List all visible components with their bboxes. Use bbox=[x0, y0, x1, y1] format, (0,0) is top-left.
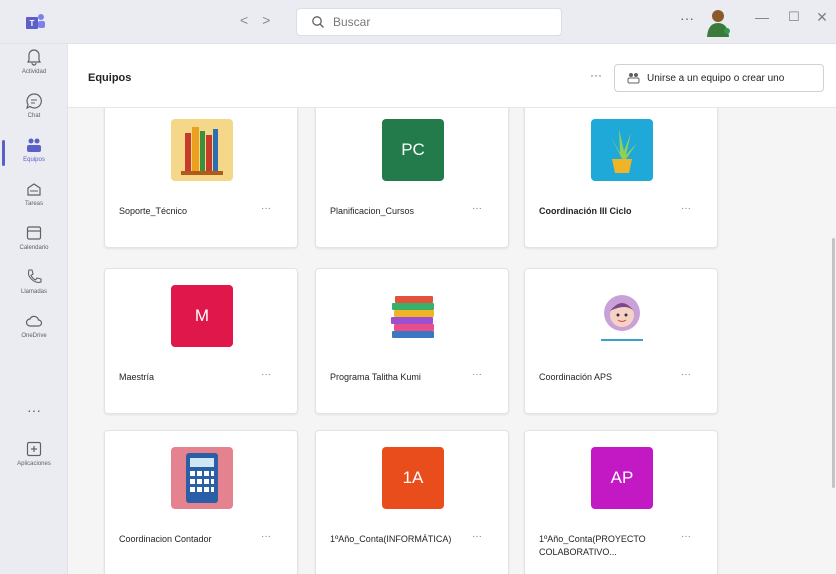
calculator-icon bbox=[171, 447, 233, 509]
team-card[interactable]: PC Planificacion_Cursos ··· bbox=[315, 108, 509, 248]
team-name[interactable]: 1ºAño_Conta(INFORMÁTICA) bbox=[330, 533, 468, 546]
team-card[interactable]: Coordinación APS ··· bbox=[524, 268, 718, 414]
svg-text:T: T bbox=[30, 19, 35, 28]
vertical-scrollbar[interactable] bbox=[832, 238, 835, 488]
girl-avatar-icon bbox=[591, 285, 653, 347]
left-rail: Actividad Chat Equipos Tareas Calendario… bbox=[0, 44, 68, 574]
team-card[interactable]: M Maestría ··· bbox=[104, 268, 298, 414]
more-apps-button[interactable]: ··· bbox=[0, 402, 68, 418]
team-card[interactable]: AP 1ºAño_Conta(PROYECTO COLABORATIVO... … bbox=[524, 430, 718, 574]
team-more-button[interactable]: ··· bbox=[261, 203, 271, 214]
maximize-button[interactable]: ☐ bbox=[784, 9, 804, 29]
search-input[interactable] bbox=[333, 13, 533, 31]
rail-item-assignments[interactable]: Tareas bbox=[0, 176, 68, 220]
teams-grid: Soporte_Técnico ··· PC Planificacion_Cur… bbox=[68, 108, 836, 574]
team-thumbnail: M bbox=[171, 285, 233, 347]
rail-label: Llamadas bbox=[20, 289, 47, 295]
team-name[interactable]: Coordinación APS bbox=[539, 371, 677, 384]
cloud-icon bbox=[25, 315, 43, 327]
team-card[interactable]: 1A 1ºAño_Conta(INFORMÁTICA) ··· bbox=[315, 430, 509, 574]
bell-icon bbox=[27, 49, 41, 66]
team-thumbnail: PC bbox=[382, 119, 444, 181]
team-name[interactable]: Planificacion_Cursos bbox=[330, 205, 468, 218]
more-options-button[interactable]: ··· bbox=[680, 10, 694, 26]
avatar[interactable] bbox=[704, 7, 732, 37]
search-box[interactable] bbox=[296, 8, 562, 36]
header-more-button[interactable]: ··· bbox=[590, 68, 602, 82]
rail-item-calendar[interactable]: Calendario bbox=[0, 220, 68, 264]
title-bar: T <> ··· — ☐ ✕ bbox=[0, 0, 836, 44]
plant-icon bbox=[591, 119, 653, 181]
rail-label: Chat bbox=[27, 113, 41, 119]
team-name[interactable]: Maestría bbox=[119, 371, 257, 384]
book-stack-icon bbox=[382, 285, 444, 347]
search-icon bbox=[312, 16, 324, 28]
team-more-button[interactable]: ··· bbox=[261, 531, 271, 542]
close-button[interactable]: ✕ bbox=[812, 9, 832, 29]
team-more-button[interactable]: ··· bbox=[261, 369, 271, 380]
rail-label: Tareas bbox=[24, 201, 43, 207]
teams-logo-icon: T bbox=[26, 14, 45, 29]
rail-item-teams[interactable]: Equipos bbox=[0, 132, 68, 176]
phone-icon bbox=[27, 269, 42, 283]
join-team-icon bbox=[627, 73, 640, 84]
rail-item-calls[interactable]: Llamadas bbox=[0, 264, 68, 308]
assignments-icon bbox=[27, 183, 41, 196]
rail-label: Calendario bbox=[19, 245, 49, 251]
team-name[interactable]: Programa Talitha Kumi bbox=[330, 371, 468, 384]
main-content: Equipos ··· Unirse a un equipo o crear u… bbox=[68, 44, 836, 574]
nav-arrows: <> bbox=[240, 12, 284, 28]
team-thumbnail bbox=[171, 447, 233, 509]
page-header: Equipos ··· Unirse a un equipo o crear u… bbox=[68, 44, 836, 108]
page-title: Equipos bbox=[88, 72, 132, 84]
join-button-label: Unirse a un equipo o crear uno bbox=[647, 73, 785, 84]
team-card[interactable]: Soporte_Técnico ··· bbox=[104, 108, 298, 248]
team-initials: M bbox=[171, 285, 233, 347]
team-thumbnail bbox=[591, 119, 653, 181]
rail-item-chat[interactable]: Chat bbox=[0, 88, 68, 132]
team-initials: 1A bbox=[382, 447, 444, 509]
team-name[interactable]: 1ºAño_Conta(PROYECTO COLABORATIVO... bbox=[539, 533, 677, 559]
chat-icon bbox=[26, 93, 42, 110]
team-name[interactable]: Coordinacion Contador bbox=[119, 533, 257, 546]
back-icon[interactable]: < bbox=[240, 12, 262, 28]
rail-label: OneDrive bbox=[21, 333, 47, 339]
rail-item-activity[interactable]: Actividad bbox=[0, 44, 68, 88]
team-card[interactable]: Coordinacion Contador ··· bbox=[104, 430, 298, 574]
rail-label: Equipos bbox=[23, 157, 45, 163]
team-thumbnail: AP bbox=[591, 447, 653, 509]
team-initials: PC bbox=[382, 119, 444, 181]
rail-item-onedrive[interactable]: OneDrive bbox=[0, 308, 68, 352]
team-name[interactable]: Soporte_Técnico bbox=[119, 205, 257, 218]
rail-label: Aplicaciones bbox=[17, 461, 51, 467]
team-thumbnail: 1A bbox=[382, 447, 444, 509]
team-card[interactable]: Programa Talitha Kumi ··· bbox=[315, 268, 509, 414]
rail-item-apps[interactable]: Aplicaciones bbox=[0, 436, 68, 480]
team-more-button[interactable]: ··· bbox=[681, 369, 691, 380]
books-icon bbox=[171, 119, 233, 181]
team-more-button[interactable]: ··· bbox=[681, 203, 691, 214]
team-initials: AP bbox=[591, 447, 653, 509]
team-thumbnail bbox=[171, 119, 233, 181]
calendar-icon bbox=[26, 226, 42, 240]
team-thumbnail bbox=[591, 285, 653, 347]
team-more-button[interactable]: ··· bbox=[472, 369, 482, 380]
team-thumbnail bbox=[382, 285, 444, 347]
forward-icon[interactable]: > bbox=[262, 12, 284, 28]
team-card[interactable]: Coordinación III Ciclo ··· bbox=[524, 108, 718, 248]
team-more-button[interactable]: ··· bbox=[472, 203, 482, 214]
team-name[interactable]: Coordinación III Ciclo bbox=[539, 205, 677, 218]
join-or-create-team-button[interactable]: Unirse a un equipo o crear uno bbox=[614, 64, 824, 92]
apps-icon bbox=[26, 441, 42, 457]
rail-label: Actividad bbox=[21, 69, 47, 75]
team-more-button[interactable]: ··· bbox=[472, 531, 482, 542]
teams-icon bbox=[27, 138, 41, 152]
team-more-button[interactable]: ··· bbox=[681, 531, 691, 542]
minimize-button[interactable]: — bbox=[752, 9, 772, 29]
